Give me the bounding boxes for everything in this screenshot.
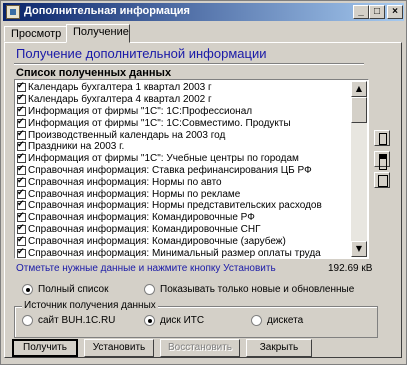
list-item-checkbox[interactable] [17, 164, 26, 175]
list-item-label: Справочная информация: Нормы по авто [28, 176, 222, 188]
list-item-checkbox[interactable] [17, 247, 26, 258]
close-button[interactable]: Закрыть [246, 339, 312, 357]
tab-view[interactable]: Просмотр [4, 26, 68, 42]
scroll-thumb[interactable] [351, 97, 367, 123]
list-item-checkbox[interactable] [17, 152, 26, 164]
list-item-label: Производственный календарь на 2003 год [28, 129, 226, 141]
get-button[interactable]: Получить [12, 339, 78, 357]
vertical-scrollbar[interactable]: ▲ ▼ [351, 81, 367, 257]
list-item-checkbox[interactable] [17, 188, 26, 199]
list-item-label: Справочная информация: Минимальный разме… [28, 247, 321, 259]
list-item-checkbox[interactable] [17, 199, 26, 211]
list-item-label: Справочная информация: Командировочные С… [28, 223, 261, 235]
close-window-button[interactable]: × [387, 5, 403, 19]
source-its-disk-radio[interactable] [144, 315, 155, 326]
section-heading: Получение дополнительной информации [16, 46, 267, 61]
properties-icon[interactable] [374, 172, 390, 188]
list-item[interactable]: Справочная информация: Командировочные С… [17, 223, 351, 236]
window-title: Дополнительная информация [24, 5, 190, 17]
source-its-disk-label: диск ИТС [160, 315, 205, 326]
scroll-up-button[interactable]: ▲ [351, 81, 367, 97]
source-group-title: Источник получения данных [22, 300, 158, 311]
source-site-label: сайт BUH.1C.RU [38, 315, 116, 326]
title-bar[interactable]: Дополнительная информация _ □ × [3, 3, 404, 21]
list-item-checkbox[interactable] [17, 81, 26, 93]
source-floppy-radio[interactable] [251, 315, 262, 326]
list-item-checkbox[interactable] [17, 235, 26, 246]
list-item-label: Информация от фирмы "1С": 1С:Совместимо.… [28, 117, 291, 129]
list-item[interactable]: Справочная информация: Командировочные Р… [17, 211, 351, 224]
list-item-label: Справочная информация: Командировочные Р… [28, 212, 255, 224]
list-item-checkbox[interactable] [17, 117, 26, 128]
data-size: 192.69 кВ [328, 263, 373, 274]
list-item[interactable]: Информация от фирмы "1С": 1С:Профессиона… [17, 105, 351, 118]
list-item-checkbox[interactable] [17, 223, 26, 234]
list-item-checkbox[interactable] [17, 129, 26, 140]
list-item[interactable]: Справочная информация: Нормы по авто [17, 176, 351, 188]
list-item[interactable]: Справочная информация: Нормы по рекламе [17, 188, 351, 200]
source-site-radio[interactable] [22, 315, 33, 326]
list-item[interactable]: Производственный календарь на 2003 год [17, 129, 351, 141]
maximize-button[interactable]: □ [369, 5, 385, 19]
list-item-label: Календарь бухгалтера 1 квартал 2003 г [28, 82, 212, 94]
list-item-label: Справочная информация: Ставка рефинансир… [28, 164, 312, 176]
heading-divider [14, 63, 364, 65]
list-item[interactable]: Справочная информация: Минимальный разме… [17, 247, 351, 259]
scroll-down-button[interactable]: ▼ [351, 241, 367, 257]
list-item[interactable]: Справочная информация: Командировочные (… [17, 235, 351, 247]
full-list-label: Полный список [38, 284, 109, 295]
minimize-button[interactable]: _ [353, 5, 369, 19]
install-button[interactable]: Установить [84, 339, 154, 357]
source-floppy-label: дискета [267, 315, 304, 326]
list-item[interactable]: Справочная информация: Нормы представите… [17, 199, 351, 212]
list-label: Список полученных данных [16, 67, 172, 79]
full-list-radio[interactable] [22, 284, 33, 295]
list-item-label: Справочная информация: Командировочные (… [28, 235, 286, 247]
instruction-hint: Отметьте нужные данные и нажмите кнопку … [16, 263, 276, 274]
list-item[interactable]: Справочная информация: Ставка рефинансир… [17, 164, 351, 177]
tab-receive[interactable]: Получение [66, 24, 130, 43]
new-only-radio[interactable] [144, 284, 155, 295]
app-icon [6, 5, 20, 19]
restore-button[interactable]: Восстановить [160, 339, 240, 357]
list-item-label: Праздники на 2003 г. [28, 141, 125, 153]
uncheck-all-icon[interactable] [374, 151, 390, 170]
list-item[interactable]: Информация от фирмы "1С": Учебные центры… [17, 152, 351, 165]
new-only-label: Показывать только новые и обновленные [160, 284, 355, 295]
list-item-checkbox[interactable] [17, 140, 26, 152]
list-item-label: Календарь бухгалтера 4 квартал 2002 г [28, 94, 212, 106]
list-item-label: Справочная информация: Нормы по рекламе [28, 188, 241, 200]
list-item[interactable]: Календарь бухгалтера 1 квартал 2003 г [17, 81, 351, 94]
list-item-checkbox[interactable] [17, 176, 26, 187]
list-item[interactable]: Календарь бухгалтера 4 квартал 2002 г [17, 93, 351, 106]
list-item[interactable]: Информация от фирмы "1С": 1С:Совместимо.… [17, 117, 351, 129]
check-all-icon[interactable] [374, 130, 390, 146]
list-item-label: Справочная информация: Нормы представите… [28, 200, 322, 212]
list-item[interactable]: Праздники на 2003 г. [17, 140, 351, 153]
list-item-checkbox[interactable] [17, 93, 26, 105]
list-item-checkbox[interactable] [17, 211, 26, 223]
list-item-label: Информация от фирмы "1С": Учебные центры… [28, 153, 299, 165]
data-list-rows: Календарь бухгалтера 1 квартал 2003 гКал… [17, 81, 351, 259]
list-item-label: Информация от фирмы "1С": 1С:Профессиона… [28, 105, 253, 117]
data-list[interactable]: Календарь бухгалтера 1 квартал 2003 гКал… [14, 79, 369, 259]
list-item-checkbox[interactable] [17, 105, 26, 116]
